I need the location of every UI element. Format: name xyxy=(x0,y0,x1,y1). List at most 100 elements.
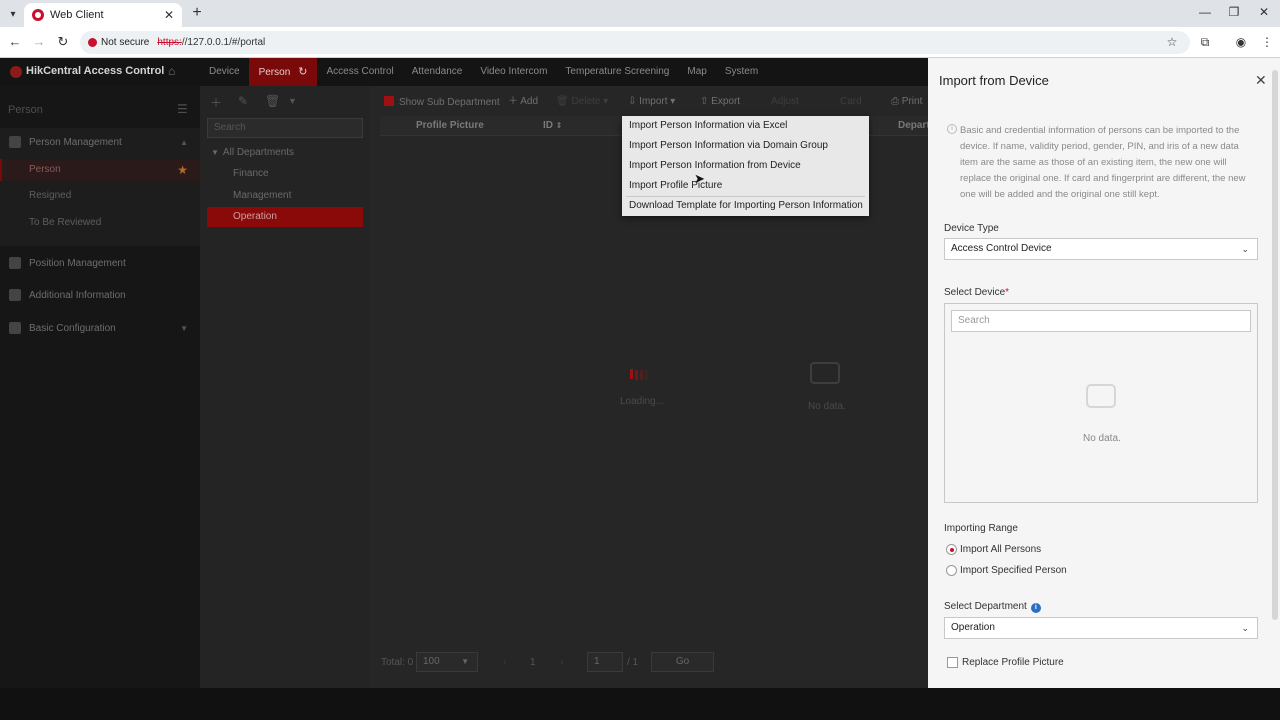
home-icon[interactable]: ⌂ xyxy=(168,64,175,78)
star-icon[interactable]: ★ xyxy=(177,159,188,181)
tab-search-icon[interactable]: ▾ xyxy=(4,5,22,23)
sidebar-section-additional-information[interactable]: Additional Information xyxy=(0,284,200,306)
menu-temperature-screening[interactable]: Temperature Screening xyxy=(556,58,678,86)
card-button[interactable]: Card xyxy=(840,96,862,108)
chevron-down-icon: ⌄ xyxy=(1241,244,1249,254)
sidebar-item-to-be-reviewed[interactable]: To Be Reviewed xyxy=(0,212,200,234)
security-label[interactable]: Not secure xyxy=(101,37,149,48)
prev-page-icon[interactable]: ‹ xyxy=(503,657,506,668)
department-search-input[interactable]: Search xyxy=(207,118,363,138)
menu-map[interactable]: Map xyxy=(678,58,715,86)
range-all-label[interactable]: Import All Persons xyxy=(960,544,1041,555)
menu-video-intercom[interactable]: Video Intercom xyxy=(471,58,556,86)
adjust-button[interactable]: Adjust xyxy=(771,96,799,108)
menu-item-download-template[interactable]: Download Template for Importing Person I… xyxy=(629,196,863,216)
brand-logo-icon xyxy=(10,66,22,78)
panel-close-icon[interactable]: ✕ xyxy=(1255,72,1267,89)
total-count: Total: 0 xyxy=(381,657,414,668)
sort-icon[interactable]: ⇕ xyxy=(556,121,563,130)
person-icon xyxy=(9,136,21,148)
page-size-value: 100 xyxy=(423,656,440,667)
column-department[interactable]: Depart xyxy=(898,120,930,131)
sidebar-item-resigned[interactable]: Resigned xyxy=(0,185,200,207)
show-sub-department-checkbox[interactable]: Show Sub Department xyxy=(384,96,500,109)
add-button[interactable]: ＋ Add xyxy=(508,96,538,108)
department-select[interactable]: Operation ⌄ xyxy=(944,617,1258,639)
delete-department-icon[interactable]: 🗑 xyxy=(265,94,280,108)
position-icon xyxy=(9,257,21,269)
menu-attendance[interactable]: Attendance xyxy=(403,58,472,86)
chevron-down-icon: ⌄ xyxy=(1241,623,1249,633)
browser-menu-icon[interactable]: ⋮ xyxy=(1260,35,1274,49)
menu-person[interactable]: Person ↻ xyxy=(248,58,318,86)
app-header: HikCentral Access Control ⌂ Device Perso… xyxy=(0,58,928,86)
go-button[interactable]: Go xyxy=(651,652,714,672)
column-id[interactable]: ID ⇕ xyxy=(543,120,562,131)
replace-profile-picture-checkbox[interactable] xyxy=(947,657,958,668)
next-page-icon[interactable]: › xyxy=(560,657,563,668)
bookmark-star-icon[interactable]: ☆ xyxy=(1165,35,1179,49)
select-device-label: Select Device* xyxy=(944,287,1009,298)
tree-item-operation[interactable]: Operation xyxy=(207,207,363,227)
menu-item-import-profile-picture[interactable]: Import Profile Picture xyxy=(629,176,722,196)
current-page[interactable]: 1 xyxy=(530,657,536,668)
range-specified-radio[interactable] xyxy=(946,565,957,576)
sidebar-section-basic-configuration[interactable]: Basic Configuration ▼ xyxy=(0,317,200,339)
collapse-icon[interactable]: ▼ xyxy=(211,148,219,157)
additional-info-icon xyxy=(9,289,21,301)
menu-item-import-via-excel[interactable]: Import Person Information via Excel xyxy=(629,116,787,136)
page-input[interactable]: 1 xyxy=(587,652,623,672)
device-search-input[interactable]: Search xyxy=(951,310,1251,332)
range-specified-label[interactable]: Import Specified Person xyxy=(960,565,1067,576)
url-field[interactable]: Not secure https: //127.0.0.1/#/portal xyxy=(80,31,1190,54)
reload-icon[interactable]: ↻ xyxy=(55,34,71,50)
chevron-down-icon[interactable]: ▼ xyxy=(288,96,297,106)
sidebar-collapse-icon[interactable]: ☰ xyxy=(177,102,188,116)
export-button[interactable]: ⇧ Export xyxy=(700,96,740,108)
range-all-radio[interactable] xyxy=(946,544,957,555)
tree-item-management[interactable]: Management xyxy=(233,186,291,206)
add-department-icon[interactable]: ＋ xyxy=(210,94,222,111)
profile-icon[interactable]: ◉ xyxy=(1234,35,1248,49)
menu-system[interactable]: System xyxy=(716,58,767,86)
panel-title: Import from Device xyxy=(939,73,1049,88)
chevron-up-icon: ▲ xyxy=(180,137,188,147)
new-tab-icon[interactable]: + xyxy=(188,4,206,22)
menu-item-import-from-device[interactable]: Import Person Information from Device xyxy=(629,156,801,176)
browser-tab[interactable]: Web Client ✕ xyxy=(24,3,182,27)
browser-address-bar: ← → ↻ Not secure https: //127.0.0.1/#/po… xyxy=(0,27,1280,58)
menu-item-import-via-domain-group[interactable]: Import Person Information via Domain Gro… xyxy=(629,136,828,156)
device-type-value: Access Control Device xyxy=(951,243,1052,254)
replace-profile-picture-label[interactable]: Replace Profile Picture xyxy=(962,657,1064,668)
delete-button[interactable]: 🗑 Delete ▾ xyxy=(556,96,608,108)
print-button[interactable]: ⎙ Print xyxy=(891,96,922,108)
info-icon[interactable]: i xyxy=(1030,603,1041,613)
import-button[interactable]: ⇩ Import ▾ xyxy=(628,96,675,108)
extensions-icon[interactable]: ⧉ xyxy=(1198,35,1212,49)
brand-name: HikCentral Access Control xyxy=(26,65,165,77)
window-close-icon[interactable]: ✕ xyxy=(1255,5,1273,19)
sidebar-section-person-management[interactable]: Person Management ▲ xyxy=(0,131,200,153)
tree-item-all-departments[interactable]: ▼ All Departments xyxy=(211,143,294,163)
chevron-down-icon: ▼ xyxy=(461,657,469,666)
print-label: Print xyxy=(901,96,923,107)
no-data-text: No data. xyxy=(808,401,846,412)
forward-icon[interactable]: → xyxy=(31,34,47,50)
restore-icon[interactable]: ❐ xyxy=(1225,5,1243,19)
back-icon[interactable]: ← xyxy=(7,34,23,50)
sidebar-section-position-management[interactable]: Position Management xyxy=(0,252,200,274)
panel-scrollbar[interactable] xyxy=(1272,70,1278,620)
tree-item-finance[interactable]: Finance xyxy=(233,164,269,184)
config-icon xyxy=(9,322,21,334)
menu-device[interactable]: Device xyxy=(200,58,249,86)
page-size-select[interactable]: 100 ▼ xyxy=(416,652,478,672)
refresh-icon[interactable]: ↻ xyxy=(298,58,307,86)
sidebar-item-person[interactable]: Person ★ xyxy=(0,159,200,181)
minimize-icon[interactable]: — xyxy=(1196,5,1214,19)
tab-close-icon[interactable]: ✕ xyxy=(164,8,174,22)
edit-department-icon[interactable]: ✎ xyxy=(238,94,248,108)
menu-access-control[interactable]: Access Control xyxy=(317,58,402,86)
top-menu: Device Person ↻ Access Control Attendance… xyxy=(200,58,767,86)
device-type-select[interactable]: Access Control Device ⌄ xyxy=(944,238,1258,260)
column-profile-picture[interactable]: Profile Picture xyxy=(416,120,484,131)
